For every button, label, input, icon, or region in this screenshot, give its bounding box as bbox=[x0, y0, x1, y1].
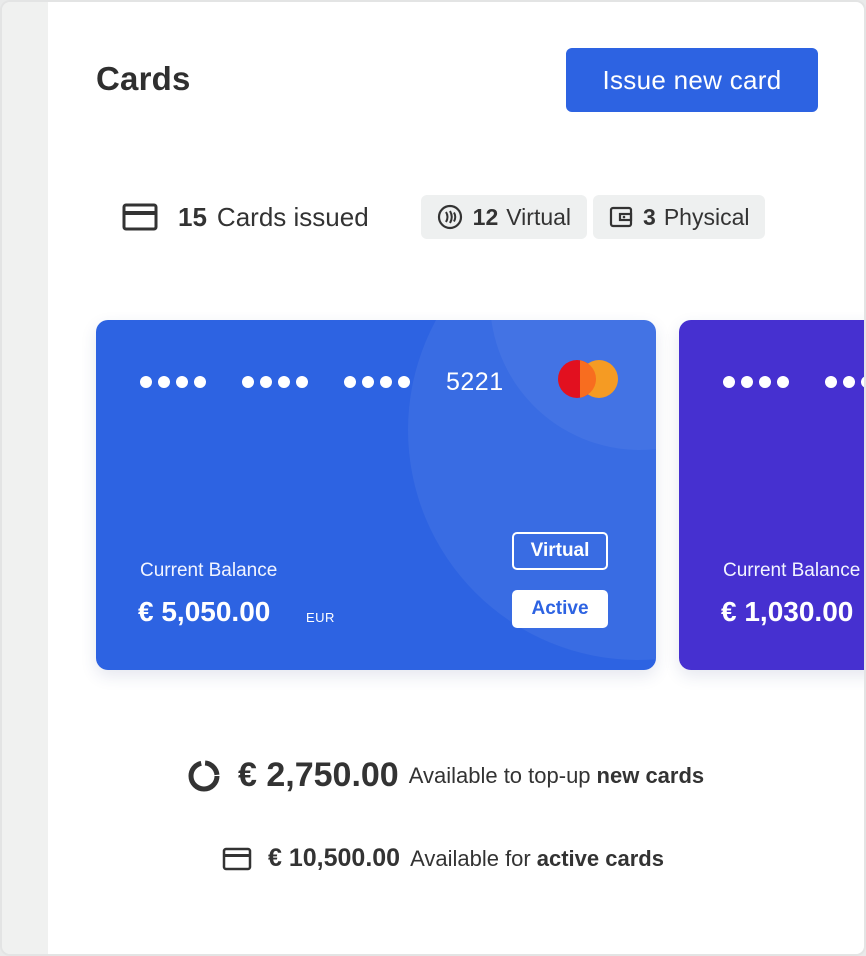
card-type-badge: Virtual bbox=[512, 532, 608, 570]
contactless-icon bbox=[437, 204, 463, 230]
mastercard-logo-icon bbox=[558, 360, 620, 398]
sidebar bbox=[2, 2, 48, 954]
page-title: Cards bbox=[96, 60, 191, 97]
balance-amount: € 5,050.00 bbox=[138, 596, 271, 627]
virtual-label: Virtual bbox=[506, 203, 572, 230]
balance-currency: EUR bbox=[306, 610, 335, 625]
physical-label: Physical bbox=[663, 203, 750, 230]
balance-label: Current Balance bbox=[140, 560, 278, 581]
physical-filter-chip[interactable]: 3 Physical bbox=[593, 195, 766, 239]
active-text: Available for bbox=[410, 845, 531, 871]
credit-card-icon bbox=[122, 203, 158, 231]
wallet-icon bbox=[609, 205, 633, 229]
topup-summary: € 2,750.00 Available to top-up new cards bbox=[186, 756, 704, 795]
donut-chart-icon bbox=[186, 758, 222, 794]
cards-issued-stat: 15 Cards issued bbox=[122, 202, 369, 233]
masked-digits-group bbox=[242, 376, 308, 388]
virtual-filter-chip[interactable]: 12 Virtual bbox=[420, 195, 588, 239]
masked-digits-group bbox=[723, 376, 789, 388]
active-strong: active cards bbox=[536, 845, 664, 871]
card-item[interactable]: Current Balance € 1,030.00 bbox=[679, 320, 864, 670]
card-item[interactable]: 5221 Current Balance € 5,050.00 EUR Virt… bbox=[96, 320, 656, 670]
credit-card-icon bbox=[222, 847, 252, 871]
masked-digits-group bbox=[825, 376, 864, 388]
masked-digits-group bbox=[344, 376, 410, 388]
topup-strong: new cards bbox=[596, 762, 705, 788]
app-frame: Cards Issue new card 15 Cards issued 12 … bbox=[0, 0, 866, 956]
card-last4: 5221 bbox=[446, 368, 504, 396]
masked-digits-group bbox=[140, 376, 206, 388]
issue-new-card-button[interactable]: Issue new card bbox=[566, 48, 818, 112]
virtual-count: 12 bbox=[472, 203, 499, 230]
physical-count: 3 bbox=[643, 203, 656, 230]
active-amount: € 10,500.00 bbox=[268, 844, 401, 872]
topup-amount: € 2,750.00 bbox=[238, 756, 399, 794]
card-stats: 15 Cards issued 12 Virtual 3 Physical bbox=[122, 194, 771, 240]
balance-label: Current Balance bbox=[723, 560, 861, 581]
active-summary: € 10,500.00 Available for active cards bbox=[222, 844, 664, 873]
issued-label: Cards issued bbox=[216, 201, 369, 232]
cards-panel: Cards Issue new card 15 Cards issued 12 … bbox=[48, 2, 864, 954]
topup-text: Available to top-up bbox=[408, 762, 591, 788]
issued-count: 15 bbox=[178, 201, 207, 232]
card-status-badge: Active bbox=[512, 590, 608, 628]
balance-amount: € 1,030.00 bbox=[721, 596, 854, 627]
